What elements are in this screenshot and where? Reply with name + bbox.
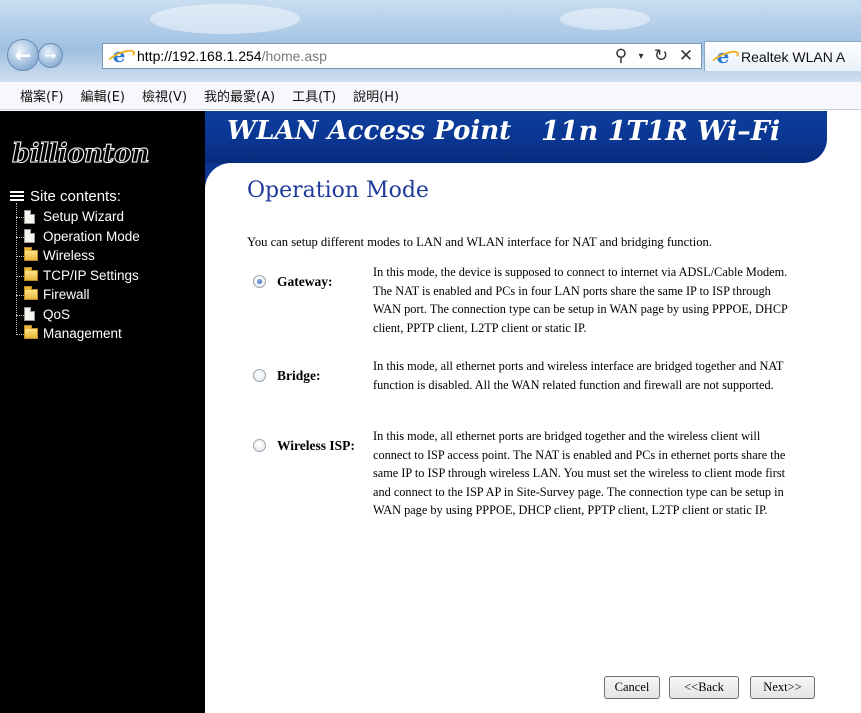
folder-icon bbox=[24, 325, 38, 340]
menu-file[interactable]: 檔案(F) bbox=[12, 86, 73, 105]
dropdown-icon[interactable]: ▾ bbox=[637, 51, 645, 62]
sidebar-item-label: Operation Mode bbox=[43, 228, 140, 244]
stop-icon[interactable]: ✕ bbox=[677, 46, 695, 66]
ie-icon: e bbox=[109, 45, 129, 66]
address-tools: ⚲ ▾ ↻ ✕ bbox=[612, 46, 701, 66]
mode-label: Wireless ISP: bbox=[277, 438, 355, 453]
back-button[interactable]: ← bbox=[7, 39, 39, 71]
arrow-left-icon: ← bbox=[14, 43, 32, 67]
forward-button[interactable]: → bbox=[38, 43, 63, 68]
document-icon bbox=[24, 229, 35, 244]
folder-icon bbox=[24, 247, 38, 262]
brand-logo: billionton bbox=[11, 139, 150, 170]
header-banner: WLAN Access Point 11n 1T1R Wi–Fi bbox=[205, 111, 827, 163]
sidebar-item-operation-mode[interactable]: Operation Mode bbox=[16, 227, 140, 247]
sidebar-item-label: TCP/IP Settings bbox=[43, 267, 139, 283]
intro-text: You can setup different modes to LAN and… bbox=[247, 235, 712, 249]
refresh-icon[interactable]: ↻ bbox=[652, 46, 670, 66]
document-icon bbox=[24, 209, 35, 224]
web-page: billionton Site contents: Setup Wizard O… bbox=[0, 111, 861, 713]
ie-icon: e bbox=[713, 46, 733, 67]
menu-tools[interactable]: 工具(T) bbox=[284, 86, 345, 105]
sidebar-item-management[interactable]: Management bbox=[16, 324, 140, 344]
gateway-radio[interactable] bbox=[253, 275, 266, 288]
folder-icon bbox=[24, 266, 38, 281]
sidebar-item-label: Wireless bbox=[43, 248, 95, 264]
menu-view[interactable]: 檢視(V) bbox=[134, 86, 196, 105]
menu-favorites[interactable]: 我的最愛(A) bbox=[196, 86, 284, 105]
list-icon bbox=[10, 191, 24, 202]
document-icon bbox=[24, 307, 35, 322]
window-decoration bbox=[150, 4, 300, 34]
wireless-isp-radio[interactable] bbox=[253, 439, 266, 452]
folder-icon bbox=[24, 286, 38, 301]
banner-model: 11n 1T1R Wi–Fi bbox=[541, 116, 781, 147]
tree-root-label: Site contents: bbox=[30, 188, 121, 205]
sidebar-item-qos[interactable]: QoS bbox=[16, 305, 140, 325]
mode-description: In this mode, the device is supposed to … bbox=[373, 265, 788, 335]
tree-root[interactable]: Site contents: bbox=[10, 188, 140, 205]
sidebar-item-wireless[interactable]: Wireless bbox=[16, 246, 140, 266]
menu-help[interactable]: 說明(H) bbox=[345, 86, 408, 105]
page-title: Operation Mode bbox=[247, 178, 429, 203]
address-url[interactable]: http://192.168.1.254/home.asp bbox=[137, 48, 327, 64]
arrow-right-icon: → bbox=[44, 47, 57, 64]
content-corner bbox=[205, 163, 235, 193]
sidebar-item-label: QoS bbox=[43, 306, 71, 322]
sidebar-item-label: Firewall bbox=[43, 287, 90, 303]
tree-items: Setup Wizard Operation Mode Wireless TCP… bbox=[16, 203, 140, 344]
back-step-button[interactable]: <<Back bbox=[669, 676, 739, 699]
sidebar-item-label: Setup Wizard bbox=[43, 209, 125, 225]
banner-product: WLAN Access Point bbox=[227, 116, 512, 146]
next-step-button[interactable]: Next>> bbox=[750, 676, 815, 699]
sidebar: billionton Site contents: Setup Wizard O… bbox=[0, 111, 205, 713]
mode-description: In this mode, all ethernet ports and wir… bbox=[373, 359, 784, 392]
tab-title: Realtek WLAN A bbox=[741, 48, 846, 65]
sidebar-item-label: Management bbox=[43, 326, 122, 342]
menu-bar: 檔案(F) 編輯(E) 檢視(V) 我的最愛(A) 工具(T) 說明(H) bbox=[0, 82, 861, 110]
window-decoration bbox=[560, 8, 650, 30]
menu-edit[interactable]: 編輯(E) bbox=[73, 86, 134, 105]
site-tree: Site contents: Setup Wizard Operation Mo… bbox=[10, 188, 140, 344]
sidebar-item-tcpip-settings[interactable]: TCP/IP Settings bbox=[16, 266, 140, 286]
bridge-radio[interactable] bbox=[253, 369, 266, 382]
search-icon[interactable]: ⚲ bbox=[612, 46, 630, 66]
sidebar-item-firewall[interactable]: Firewall bbox=[16, 285, 140, 305]
url-host: http://192.168.1.254 bbox=[137, 48, 262, 64]
url-path: /home.asp bbox=[261, 48, 327, 64]
cancel-button[interactable]: Cancel bbox=[604, 676, 660, 699]
browser-tab[interactable]: e Realtek WLAN A bbox=[704, 41, 861, 71]
address-bar[interactable]: e http://192.168.1.254/home.asp ⚲ ▾ ↻ ✕ bbox=[102, 43, 702, 69]
mode-label: Gateway: bbox=[277, 274, 333, 289]
mode-label: Bridge: bbox=[277, 368, 321, 383]
browser-chrome: ← → e http://192.168.1.254/home.asp ⚲ ▾ … bbox=[0, 0, 861, 82]
mode-description: In this mode, all ethernet ports are bri… bbox=[373, 429, 786, 517]
sidebar-item-setup-wizard[interactable]: Setup Wizard bbox=[16, 207, 140, 227]
